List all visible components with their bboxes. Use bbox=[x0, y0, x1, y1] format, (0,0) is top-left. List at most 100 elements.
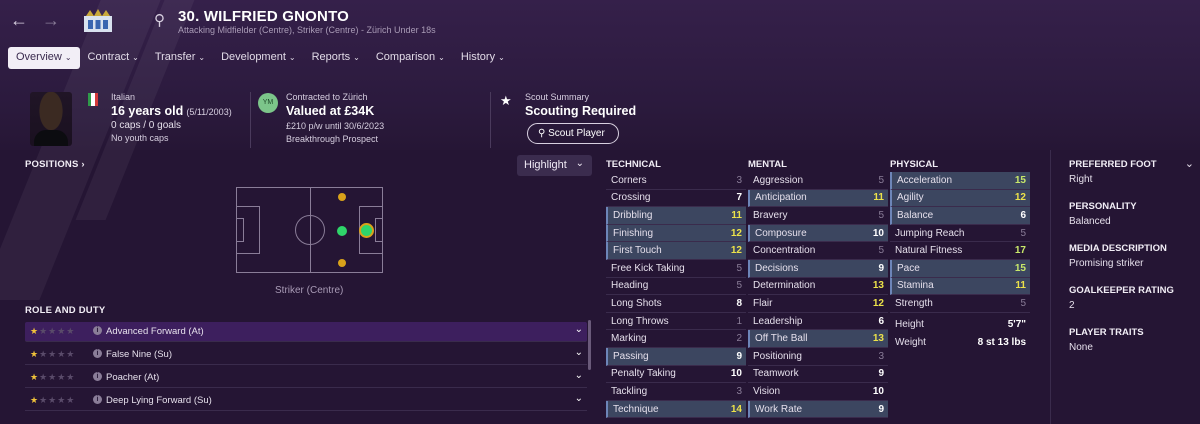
chevron-down-icon[interactable]: ⌄ bbox=[575, 370, 583, 381]
attribute-row[interactable]: Passing 9 bbox=[606, 347, 746, 366]
tab-label: Contract bbox=[87, 51, 130, 63]
attribute-row[interactable]: First Touch 12 bbox=[606, 242, 746, 260]
attribute-row[interactable]: Positioning 3 bbox=[748, 348, 888, 366]
attribute-row[interactable]: Finishing 12 bbox=[606, 224, 746, 243]
attribute-row[interactable]: Jumping Reach 5 bbox=[890, 225, 1030, 243]
position-dot bbox=[338, 193, 346, 201]
attribute-row[interactable]: Teamwork 9 bbox=[748, 366, 888, 384]
preferred-foot-section[interactable]: PREFERRED FOOT Right ⌄ bbox=[1069, 157, 1194, 185]
attribute-row[interactable]: Long Shots 8 bbox=[606, 295, 746, 313]
attribute-name: Strength bbox=[895, 297, 933, 309]
attribute-row[interactable]: Concentration 5 bbox=[748, 242, 888, 260]
attribute-row[interactable]: Tackling 3 bbox=[606, 383, 746, 401]
chevron-down-icon[interactable]: ⌄ bbox=[575, 347, 583, 358]
attribute-value: 5 bbox=[1020, 227, 1026, 239]
player-info-panel: PREFERRED FOOT Right ⌄ PERSONALITY Balan… bbox=[1050, 150, 1200, 424]
role-rating: ★★★★★ bbox=[30, 395, 76, 405]
attribute-row[interactable]: Heading 5 bbox=[606, 278, 746, 296]
attribute-row[interactable]: Agility 12 bbox=[890, 189, 1030, 208]
attribute-row[interactable]: Leadership 6 bbox=[748, 313, 888, 331]
position-dot bbox=[338, 259, 346, 267]
attribute-row[interactable]: Determination 13 bbox=[748, 278, 888, 296]
technical-attributes: TECHNICAL Corners 3 Crossing 7 Dribbling 11 Fi… bbox=[606, 159, 746, 419]
tab-history[interactable]: History ⌄ bbox=[453, 47, 513, 69]
role-row[interactable]: ★★★★★ i Deep Lying Forward (Su) ⌄ bbox=[25, 391, 587, 411]
club-crest-icon bbox=[84, 9, 112, 32]
attribute-value: 10 bbox=[730, 368, 742, 380]
attribute-row[interactable]: Natural Fitness 17 bbox=[890, 242, 1030, 260]
player-title: 30. WILFRIED GNONTO bbox=[178, 8, 350, 25]
attribute-value: 5 bbox=[878, 245, 884, 257]
attribute-row[interactable]: Dribbling 11 bbox=[606, 207, 746, 225]
role-row[interactable]: ★★★★★ i Poacher (At) ⌄ bbox=[25, 368, 587, 388]
attribute-row[interactable]: Anticipation 11 bbox=[748, 189, 888, 208]
height-value: 5'7" bbox=[1007, 319, 1026, 331]
scout-player-button[interactable]: ⚲ Scout Player bbox=[527, 123, 619, 144]
tab-development[interactable]: Development ⌄ bbox=[213, 47, 304, 69]
attribute-row[interactable]: Long Throws 1 bbox=[606, 313, 746, 331]
info-icon[interactable]: i bbox=[93, 349, 102, 358]
attribute-row[interactable]: Marking 2 bbox=[606, 330, 746, 348]
attribute-row[interactable]: Vision 10 bbox=[748, 383, 888, 401]
attribute-row[interactable]: Technique 14 bbox=[606, 400, 746, 419]
attribute-row[interactable]: Acceleration 15 bbox=[890, 172, 1030, 190]
attribute-row[interactable]: Stamina 11 bbox=[890, 277, 1030, 296]
attribute-value: 10 bbox=[872, 227, 884, 239]
tab-overview[interactable]: Overview ⌄ bbox=[8, 47, 80, 69]
role-rating: ★★★★★ bbox=[30, 326, 76, 336]
tab-comparison[interactable]: Comparison ⌄ bbox=[368, 47, 453, 69]
attribute-row[interactable]: Free Kick Taking 5 bbox=[606, 260, 746, 278]
role-row[interactable]: ★★★★★ i False Nine (Su) ⌄ bbox=[25, 345, 587, 365]
mental-title: MENTAL bbox=[748, 159, 787, 170]
divider bbox=[250, 92, 251, 148]
attribute-row[interactable]: Strength 5 bbox=[890, 295, 1030, 313]
chevron-down-icon[interactable]: ⌄ bbox=[575, 393, 583, 404]
highlight-dropdown[interactable]: Highlight ⌄ bbox=[517, 155, 592, 176]
scrollbar[interactable] bbox=[588, 320, 591, 370]
attribute-row[interactable]: Flair 12 bbox=[748, 295, 888, 313]
player-value: Valued at £34K bbox=[286, 104, 375, 118]
chevron-down-icon[interactable]: ⌄ bbox=[575, 324, 583, 335]
attribute-row[interactable]: Corners 3 bbox=[606, 172, 746, 190]
role-row[interactable]: ★★★★★ i Advanced Forward (At) ⌄ bbox=[25, 322, 587, 342]
attribute-row[interactable]: Off The Ball 13 bbox=[748, 330, 888, 348]
attribute-name: Vision bbox=[753, 385, 781, 397]
search-icon[interactable]: ⚲ bbox=[154, 11, 165, 29]
attribute-row[interactable]: Work Rate 9 bbox=[748, 400, 888, 419]
attribute-row[interactable]: Crossing 7 bbox=[606, 190, 746, 208]
attribute-name: Finishing bbox=[613, 227, 654, 239]
media-description-label: MEDIA DESCRIPTION bbox=[1069, 243, 1167, 254]
tab-transfer[interactable]: Transfer ⌄ bbox=[147, 47, 213, 69]
youth-badge-icon: YM bbox=[258, 93, 278, 113]
tab-contract[interactable]: Contract ⌄ bbox=[80, 47, 147, 69]
personality-value: Balanced bbox=[1069, 216, 1111, 227]
attribute-row[interactable]: Bravery 5 bbox=[748, 207, 888, 225]
forward-arrow-icon[interactable]: → bbox=[42, 10, 60, 31]
role-duty-title: ROLE AND DUTY bbox=[25, 305, 106, 316]
tab-reports[interactable]: Reports ⌄ bbox=[304, 47, 368, 69]
chevron-down-icon[interactable]: ⌄ bbox=[1185, 157, 1194, 170]
contracted-to: Contracted to Zürich bbox=[286, 92, 368, 102]
info-icon[interactable]: i bbox=[93, 372, 102, 381]
nationality: Italian bbox=[111, 92, 136, 102]
media-description-value: Promising striker bbox=[1069, 258, 1144, 269]
attribute-row[interactable]: Balance 6 bbox=[890, 207, 1030, 225]
physical-attributes: PHYSICAL Acceleration 15 Agility 12 Balance 6… bbox=[890, 159, 1030, 351]
attribute-row[interactable]: Penalty Taking 10 bbox=[606, 366, 746, 384]
attribute-row[interactable]: Composure 10 bbox=[748, 224, 888, 243]
attribute-value: 8 bbox=[736, 297, 742, 309]
tab-label: Comparison bbox=[375, 51, 436, 63]
positions-header[interactable]: POSITIONS › bbox=[25, 159, 85, 170]
position-dot bbox=[337, 226, 347, 236]
goalkeeper-rating-section: GOALKEEPER RATING 2 bbox=[1069, 285, 1174, 311]
info-icon[interactable]: i bbox=[93, 326, 102, 335]
player-avatar bbox=[30, 92, 72, 146]
attribute-row[interactable]: Decisions 9 bbox=[748, 259, 888, 278]
chevron-right-icon: › bbox=[81, 159, 85, 170]
attribute-row[interactable]: Pace 15 bbox=[890, 259, 1030, 278]
back-arrow-icon[interactable]: ← bbox=[10, 10, 28, 31]
attribute-name: Leadership bbox=[753, 315, 803, 327]
info-icon[interactable]: i bbox=[93, 395, 102, 404]
attribute-row[interactable]: Aggression 5 bbox=[748, 172, 888, 190]
attribute-value: 5 bbox=[1020, 297, 1026, 309]
